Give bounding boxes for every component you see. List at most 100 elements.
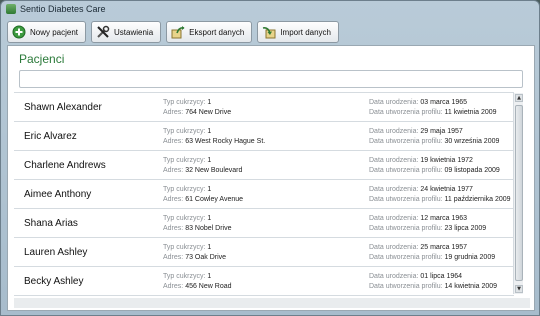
- patient-name: Shawn Alexander: [24, 102, 102, 113]
- patient-name: Shana Arias: [24, 218, 78, 229]
- diabetes-type-label: Typ cukrzycy:: [163, 215, 206, 222]
- birth-date-value: 29 maja 1957: [420, 128, 463, 135]
- patient-info: Typ cukrzycy: 1 Adres: 83 Nobel Drive: [163, 214, 232, 234]
- export-button[interactable]: Eksport danych: [166, 21, 253, 43]
- new-patient-button[interactable]: Nowy pacjent: [7, 21, 87, 43]
- profile-created-label: Data utworzenia profilu:: [369, 138, 443, 145]
- patient-name: Becky Ashley: [24, 276, 84, 287]
- profile-created-value: 09 listopada 2009: [444, 167, 500, 174]
- diabetes-type-value: 1: [207, 186, 212, 193]
- export-icon: [171, 25, 185, 39]
- patient-name: Charlene Andrews: [24, 160, 106, 171]
- diabetes-type-label: Typ cukrzycy:: [163, 99, 206, 106]
- profile-created-value: 23 lipca 2009: [444, 225, 487, 232]
- birth-date-label: Data urodzenia:: [369, 186, 419, 193]
- patient-info: Typ cukrzycy: 1 Adres: 63 West Rocky Hagu…: [163, 127, 265, 147]
- birth-date-value: 12 marca 1963: [420, 215, 468, 222]
- diabetes-type-label: Typ cukrzycy:: [163, 186, 206, 193]
- address-label: Adres:: [163, 138, 184, 145]
- patient-row[interactable]: Shawn Alexander Typ cukrzycy: 1 Adres: 764…: [14, 93, 514, 122]
- birth-date-value: 03 marca 1965: [420, 99, 468, 106]
- patients-panel: Pacjenci Shawn Alexander Typ cukrzycy: 1A…: [7, 45, 535, 311]
- birth-date-label: Data urodzenia:: [369, 273, 419, 280]
- profile-created-label: Data utworzenia profilu:: [369, 109, 443, 116]
- patient-row[interactable]: Lauren Ashley Typ cukrzycy: 1 Adres: 73 Oa…: [14, 238, 514, 267]
- patient-dates: Data urodzenia: 24 kwietnia 1977 Data utw…: [369, 185, 511, 205]
- patient-dates: Data urodzenia: 03 marca 1965 Data utworz…: [369, 98, 497, 118]
- address-value: 73 Oak Drive: [185, 254, 227, 261]
- diabetes-type-value: 1: [207, 128, 212, 135]
- patient-row[interactable]: Becky Ashley Typ cukrzycy: 1 Adres: 456 Ne…: [14, 267, 514, 296]
- window-title: Sentio Diabetes Care: [20, 4, 106, 14]
- app-icon: [6, 4, 16, 14]
- profile-created-label: Data utworzenia profilu:: [369, 225, 443, 232]
- profile-created-label: Data utworzenia profilu:: [369, 283, 443, 290]
- birth-date-label: Data urodzenia:: [369, 215, 419, 222]
- address-label: Adres:: [163, 196, 184, 203]
- plus-circle-icon: [12, 25, 26, 39]
- patient-info: Typ cukrzycy: 1 Adres: 32 New Boulevard: [163, 156, 242, 176]
- birth-date-label: Data urodzenia:: [369, 99, 419, 106]
- patient-dates: Data urodzenia: 01 lipca 1964 Data utworz…: [369, 272, 497, 292]
- search-input[interactable]: [19, 70, 523, 88]
- patient-info: Typ cukrzycy: 1 Adres: 456 New Road: [163, 272, 232, 292]
- address-label: Adres:: [163, 167, 184, 174]
- diabetes-type-label: Typ cukrzycy:: [163, 244, 206, 251]
- horizontal-scroll-area: [14, 298, 530, 308]
- address-value: 764 New Drive: [185, 109, 232, 116]
- patient-dates: Data urodzenia: 29 maja 1957 Data utworze…: [369, 127, 499, 147]
- patient-name: Lauren Ashley: [24, 247, 88, 258]
- profile-created-value: 14 kwietnia 2009: [444, 283, 498, 290]
- import-label: Import danych: [280, 27, 332, 37]
- diabetes-type-label: Typ cukrzycy:: [163, 157, 206, 164]
- scroll-up-icon[interactable]: ▲: [515, 94, 523, 102]
- diabetes-type-value: 1: [207, 244, 212, 251]
- diabetes-type-value: 1: [207, 215, 212, 222]
- toolbar: Nowy pacjent Ustawienia Eksport danych I…: [7, 19, 533, 45]
- address-label: Adres:: [163, 225, 184, 232]
- patient-dates: Data urodzenia: 25 marca 1957 Data utworz…: [369, 243, 495, 263]
- address-value: 32 New Boulevard: [185, 167, 243, 174]
- patient-info: Typ cukrzycy: 1 Adres: 764 New Drive: [163, 98, 231, 118]
- diabetes-type-value: 1: [207, 157, 212, 164]
- title-bar[interactable]: Sentio Diabetes Care: [1, 1, 539, 17]
- section-title: Pacjenci: [19, 52, 65, 66]
- profile-created-label: Data utworzenia profilu:: [369, 167, 443, 174]
- patient-info: Typ cukrzycy: 1 Adres: 73 Oak Drive: [163, 243, 226, 263]
- diabetes-type-label: Typ cukrzycy:: [163, 273, 206, 280]
- birth-date-value: 19 kwietnia 1972: [420, 157, 473, 164]
- new-patient-label: Nowy pacjent: [30, 27, 79, 37]
- diabetes-type-label: Typ cukrzycy:: [163, 128, 206, 135]
- patient-info: Typ cukrzycy: 1 Adres: 61 Cowley Avenue: [163, 185, 243, 205]
- scroll-thumb[interactable]: [515, 105, 523, 281]
- patient-row[interactable]: Eric Alvarez Typ cukrzycy: 1 Adres: 63 Wes…: [14, 122, 514, 151]
- diabetes-type-value: 1: [207, 273, 212, 280]
- settings-button[interactable]: Ustawienia: [91, 21, 162, 43]
- address-label: Adres:: [163, 254, 184, 261]
- tools-icon: [96, 25, 110, 39]
- import-icon: [262, 25, 276, 39]
- address-value: 456 New Road: [185, 283, 232, 290]
- patient-name: Eric Alvarez: [24, 131, 77, 142]
- profile-created-value: 11 października 2009: [444, 196, 511, 203]
- profile-created-value: 19 grudnia 2009: [444, 254, 496, 261]
- patient-name: Aimee Anthony: [24, 189, 92, 200]
- list-scrollbar[interactable]: ▲ ▼: [513, 93, 523, 294]
- patient-row[interactable]: Aimee Anthony Typ cukrzycy: 1 Adres: 61 Co…: [14, 180, 514, 209]
- diabetes-type-value: 1: [207, 99, 212, 106]
- patient-row[interactable]: Charlene Andrews Typ cukrzycy: 1 Adres: 32…: [14, 151, 514, 180]
- patient-row[interactable]: Shana Arias Typ cukrzycy: 1 Adres: 83 Nobe…: [14, 209, 514, 238]
- profile-created-value: 11 kwietnia 2009: [444, 109, 497, 116]
- birth-date-value: 25 marca 1957: [420, 244, 468, 251]
- export-label: Eksport danych: [189, 27, 245, 37]
- scroll-down-icon[interactable]: ▼: [515, 285, 523, 293]
- birth-date-value: 01 lipca 1964: [420, 273, 463, 280]
- patient-dates: Data urodzenia: 19 kwietnia 1972 Data utw…: [369, 156, 500, 176]
- address-value: 61 Cowley Avenue: [185, 196, 244, 203]
- profile-created-label: Data utworzenia profilu:: [369, 196, 443, 203]
- address-label: Adres:: [163, 109, 184, 116]
- import-button[interactable]: Import danych: [257, 21, 340, 43]
- profile-created-value: 30 września 2009: [444, 138, 500, 145]
- birth-date-label: Data urodzenia:: [369, 157, 419, 164]
- profile-created-label: Data utworzenia profilu:: [369, 254, 443, 261]
